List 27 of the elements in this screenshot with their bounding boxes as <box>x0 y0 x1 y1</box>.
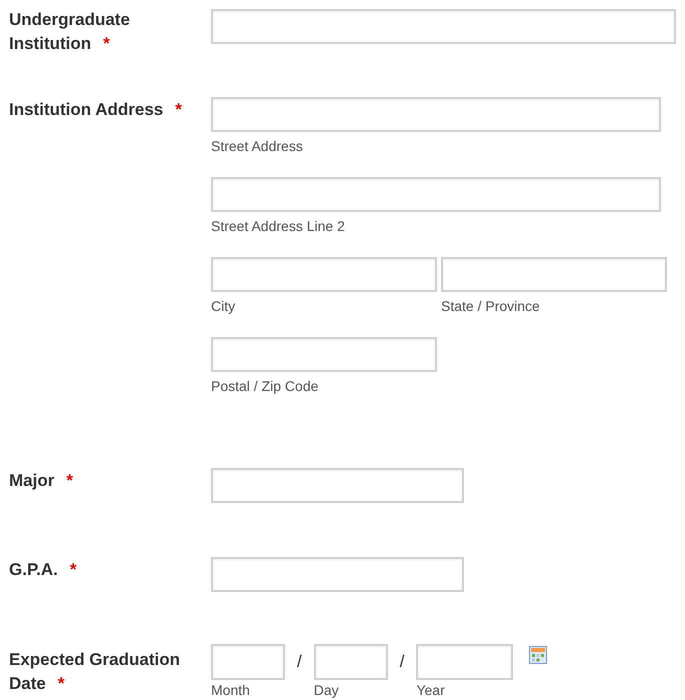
field-label: Institution Address * <box>9 100 182 119</box>
text-field[interactable] <box>211 557 464 592</box>
date-separator: / <box>400 652 404 672</box>
text-field[interactable] <box>211 468 464 503</box>
field-label: G.P.A. * <box>9 560 76 579</box>
date-field[interactable] <box>416 644 514 680</box>
date-separator: / <box>297 652 302 672</box>
sublabel: Day <box>314 683 340 698</box>
calendar-icon[interactable] <box>529 646 548 664</box>
field-label: Major * <box>9 471 73 490</box>
text-field[interactable] <box>211 257 437 292</box>
field-label: Undergraduate Institution * <box>9 10 130 53</box>
sublabel: Postal / Zip Code <box>211 378 320 394</box>
sublabel: City <box>211 298 236 314</box>
text-field[interactable] <box>441 257 667 292</box>
text-field[interactable] <box>211 9 676 44</box>
text-field[interactable] <box>211 337 437 372</box>
date-field[interactable] <box>314 644 388 680</box>
sublabel: Year <box>416 683 446 698</box>
sublabel: Street Address <box>211 138 304 154</box>
field-label: Expected Graduation Date * <box>9 650 180 693</box>
text-field[interactable] <box>211 177 661 212</box>
date-field[interactable] <box>211 644 285 680</box>
sublabel: Street Address Line 2 <box>211 218 346 234</box>
sublabel: State / Province <box>441 298 541 314</box>
text-field[interactable] <box>211 97 661 132</box>
sublabel: Month <box>211 683 251 698</box>
